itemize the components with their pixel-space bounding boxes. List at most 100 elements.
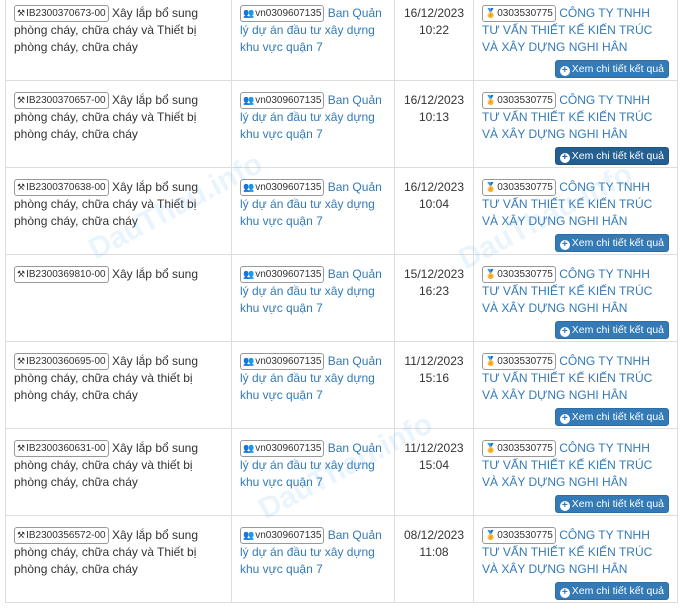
- results-table: ⚒IB2300370673-00 Xây lắp bổ sung phòng c…: [5, 0, 678, 603]
- gavel-icon: ⚒: [17, 356, 26, 366]
- result-date: 16/12/2023: [403, 6, 465, 20]
- award-icon: 🏅: [485, 269, 497, 279]
- winner-code-chip[interactable]: 🏅0303530775: [482, 266, 556, 283]
- winner-code-chip[interactable]: 🏅0303530775: [482, 5, 556, 22]
- gavel-icon: ⚒: [17, 95, 26, 105]
- table-row: ⚒IB2300369810-00 Xây lắp bổ sung 👥vn03096…: [5, 254, 678, 342]
- investor-cell: 👥vn0309607135 Ban Quản lý dự án đầu tư x…: [231, 254, 395, 342]
- date-cell: 11/12/2023 15:04: [394, 428, 474, 516]
- investor-code-chip[interactable]: 👥vn0309607135: [240, 92, 325, 109]
- investor-code-chip[interactable]: 👥vn0309607135: [240, 266, 325, 283]
- winner-code-chip[interactable]: 🏅0303530775: [482, 440, 556, 457]
- winner-cell: 🏅0303530775 CÔNG TY TNHH TƯ VẤN THIẾT KẾ…: [473, 341, 678, 429]
- package-cell: ⚒IB2300370638-00 Xây lắp bổ sung phòng c…: [5, 167, 232, 255]
- users-icon: 👥: [243, 269, 255, 279]
- result-time: 10:22: [418, 23, 450, 37]
- gavel-icon: ⚒: [17, 182, 26, 192]
- table-row: ⚒IB2300360695-00 Xây lắp bổ sung phòng c…: [5, 341, 678, 429]
- investor-cell: 👥vn0309607135 Ban Quản lý dự án đầu tư x…: [231, 428, 395, 516]
- view-result-button[interactable]: + Xem chi tiết kết quả: [554, 408, 669, 426]
- award-icon: 🏅: [485, 530, 497, 540]
- investor-code-chip[interactable]: 👥vn0309607135: [240, 440, 325, 457]
- winner-code-chip[interactable]: 🏅0303530775: [482, 527, 556, 544]
- award-icon: 🏅: [485, 182, 497, 192]
- winner-cell: 🏅0303530775 CÔNG TY TNHH TƯ VẤN THIẾT KẾ…: [473, 167, 678, 255]
- award-icon: 🏅: [485, 95, 497, 105]
- package-code-chip[interactable]: ⚒IB2300356572-00: [14, 527, 109, 544]
- package-code-chip[interactable]: ⚒IB2300369810-00: [14, 266, 109, 283]
- award-icon: 🏅: [485, 356, 497, 366]
- users-icon: 👥: [243, 182, 255, 192]
- package-code-chip[interactable]: ⚒IB2300370673-00: [14, 5, 109, 22]
- winner-cell: 🏅0303530775 CÔNG TY TNHH TƯ VẤN THIẾT KẾ…: [473, 0, 678, 81]
- winner-code-chip[interactable]: 🏅0303530775: [482, 353, 556, 370]
- result-time: 10:13: [418, 110, 450, 124]
- result-time: 11:08: [419, 545, 449, 559]
- investor-cell: 👥vn0309607135 Ban Quản lý dự án đầu tư x…: [231, 0, 395, 81]
- package-code-chip[interactable]: ⚒IB2300360631-00: [14, 440, 109, 457]
- result-time: 15:04: [418, 458, 450, 472]
- package-cell: ⚒IB2300369810-00 Xây lắp bổ sung: [5, 254, 232, 342]
- view-result-button[interactable]: + Xem chi tiết kết quả: [554, 60, 669, 78]
- table-row: ⚒IB2300356572-00 Xây lắp bổ sung phòng c…: [5, 515, 678, 603]
- result-date: 11/12/2023: [404, 354, 464, 368]
- view-result-button[interactable]: + Xem chi tiết kết quả: [554, 495, 669, 513]
- table-row: ⚒IB2300370673-00 Xây lắp bổ sung phòng c…: [5, 0, 678, 81]
- gavel-icon: ⚒: [17, 8, 26, 18]
- gavel-icon: ⚒: [17, 443, 26, 453]
- table-row: ⚒IB2300360631-00 Xây lắp bổ sung phòng c…: [5, 428, 678, 516]
- users-icon: 👥: [243, 95, 255, 105]
- view-result-button[interactable]: + Xem chi tiết kết quả: [554, 321, 669, 339]
- package-code-chip[interactable]: ⚒IB2300370657-00: [14, 92, 109, 109]
- date-cell: 11/12/2023 15:16: [394, 341, 474, 429]
- winner-cell: 🏅0303530775 CÔNG TY TNHH TƯ VẤN THIẾT KẾ…: [473, 80, 678, 168]
- package-cell: ⚒IB2300360631-00 Xây lắp bổ sung phòng c…: [5, 428, 232, 516]
- plus-circle-icon: +: [559, 66, 570, 76]
- users-icon: 👥: [243, 8, 255, 18]
- result-date: 16/12/2023: [403, 180, 465, 194]
- investor-cell: 👥vn0309607135 Ban Quản lý dự án đầu tư x…: [231, 341, 395, 429]
- users-icon: 👥: [243, 530, 255, 540]
- users-icon: 👥: [243, 443, 255, 453]
- users-icon: 👥: [243, 356, 255, 366]
- date-cell: 16/12/2023 10:04: [394, 167, 474, 255]
- investor-cell: 👥vn0309607135 Ban Quản lý dự án đầu tư x…: [231, 167, 395, 255]
- plus-circle-icon: +: [559, 153, 570, 163]
- package-title[interactable]: Xây lắp bổ sung: [112, 267, 198, 281]
- package-cell: ⚒IB2300370673-00 Xây lắp bổ sung phòng c…: [5, 0, 232, 81]
- investor-code-chip[interactable]: 👥vn0309607135: [240, 527, 325, 544]
- result-time: 16:23: [418, 284, 450, 298]
- gavel-icon: ⚒: [17, 530, 26, 540]
- investor-cell: 👥vn0309607135 Ban Quản lý dự án đầu tư x…: [231, 80, 395, 168]
- date-cell: 16/12/2023 10:22: [394, 0, 474, 81]
- date-cell: 08/12/2023 11:08: [394, 515, 474, 603]
- plus-circle-icon: +: [559, 327, 570, 337]
- package-code-chip[interactable]: ⚒IB2300360695-00: [14, 353, 109, 370]
- investor-code-chip[interactable]: 👥vn0309607135: [240, 5, 325, 22]
- result-date: 16/12/2023: [403, 93, 465, 107]
- result-date: 11/12/2023: [404, 441, 464, 455]
- investor-cell: 👥vn0309607135 Ban Quản lý dự án đầu tư x…: [231, 515, 395, 603]
- investor-code-chip[interactable]: 👥vn0309607135: [240, 353, 325, 370]
- package-cell: ⚒IB2300360695-00 Xây lắp bổ sung phòng c…: [5, 341, 232, 429]
- winner-cell: 🏅0303530775 CÔNG TY TNHH TƯ VẤN THIẾT KẾ…: [473, 428, 678, 516]
- winner-code-chip[interactable]: 🏅0303530775: [482, 179, 556, 196]
- date-cell: 16/12/2023 10:13: [394, 80, 474, 168]
- plus-circle-icon: +: [559, 501, 570, 511]
- winner-code-chip[interactable]: 🏅0303530775: [482, 92, 556, 109]
- package-cell: ⚒IB2300370657-00 Xây lắp bổ sung phòng c…: [5, 80, 232, 168]
- package-code-chip[interactable]: ⚒IB2300370638-00: [14, 179, 109, 196]
- plus-circle-icon: +: [559, 588, 570, 598]
- award-icon: 🏅: [485, 443, 497, 453]
- view-result-button[interactable]: + Xem chi tiết kết quả: [554, 234, 669, 252]
- result-date: 15/12/2023: [403, 267, 465, 281]
- plus-circle-icon: +: [559, 414, 570, 424]
- award-icon: 🏅: [485, 8, 497, 18]
- winner-cell: 🏅0303530775 CÔNG TY TNHH TƯ VẤN THIẾT KẾ…: [473, 254, 678, 342]
- view-result-button[interactable]: + Xem chi tiết kết quả: [554, 582, 669, 600]
- result-date: 08/12/2023: [403, 528, 465, 542]
- result-time: 15:16: [418, 371, 450, 385]
- package-cell: ⚒IB2300356572-00 Xây lắp bổ sung phòng c…: [5, 515, 232, 603]
- view-result-button[interactable]: + Xem chi tiết kết quả: [554, 147, 669, 165]
- investor-code-chip[interactable]: 👥vn0309607135: [240, 179, 325, 196]
